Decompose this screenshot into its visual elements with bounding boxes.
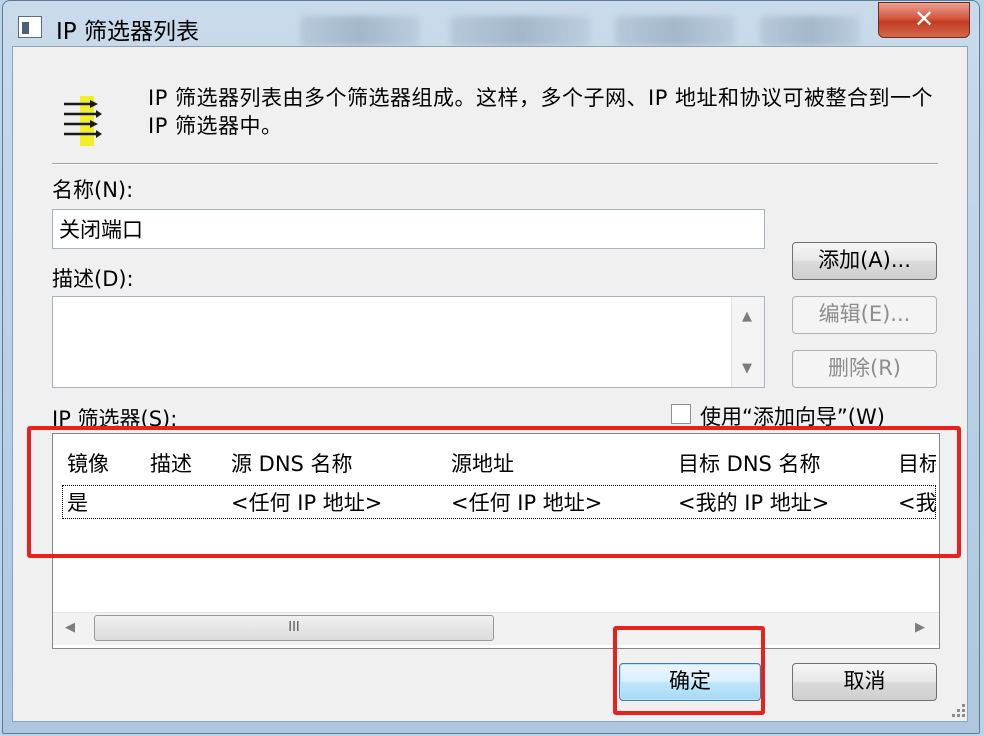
info-description: IP 筛选器列表由多个筛选器组成。这样，多个子网、IP 地址和协议可被整合到一个… [148, 86, 934, 138]
highlight-filter-row [27, 426, 961, 558]
add-button[interactable]: 添加(A)... [792, 242, 937, 280]
close-icon: ✕ [913, 5, 935, 33]
blurred-background-title [760, 16, 860, 46]
resize-grip-icon[interactable] [946, 700, 968, 722]
scroll-up-icon[interactable]: ▲ [731, 309, 763, 324]
name-label: 名称(N): [52, 178, 134, 202]
scroll-left-icon[interactable]: ◀ [56, 620, 84, 635]
scroll-down-icon[interactable]: ▼ [731, 361, 763, 376]
scroll-right-icon[interactable]: ▶ [906, 620, 934, 635]
description-textarea[interactable] [52, 296, 765, 388]
use-wizard-checkbox[interactable] [671, 404, 691, 424]
divider [52, 163, 938, 165]
remove-button[interactable]: 删除(R) [792, 350, 937, 388]
description-label: 描述(D): [52, 267, 134, 291]
blurred-background-title [300, 16, 420, 46]
highlight-ok-button [613, 626, 765, 715]
name-input[interactable]: 关闭端口 [52, 209, 765, 249]
cancel-button[interactable]: 取消 [792, 663, 937, 701]
edit-button[interactable]: 编辑(E)... [792, 296, 937, 334]
filter-list-icon [64, 96, 102, 146]
scrollbar-thumb[interactable]: III [94, 615, 494, 641]
close-button[interactable]: ✕ [878, 2, 970, 38]
window-title: IP 筛选器列表 [56, 19, 199, 45]
window-icon [18, 16, 42, 38]
blurred-background-title [615, 16, 735, 46]
blurred-background-title [450, 16, 590, 46]
